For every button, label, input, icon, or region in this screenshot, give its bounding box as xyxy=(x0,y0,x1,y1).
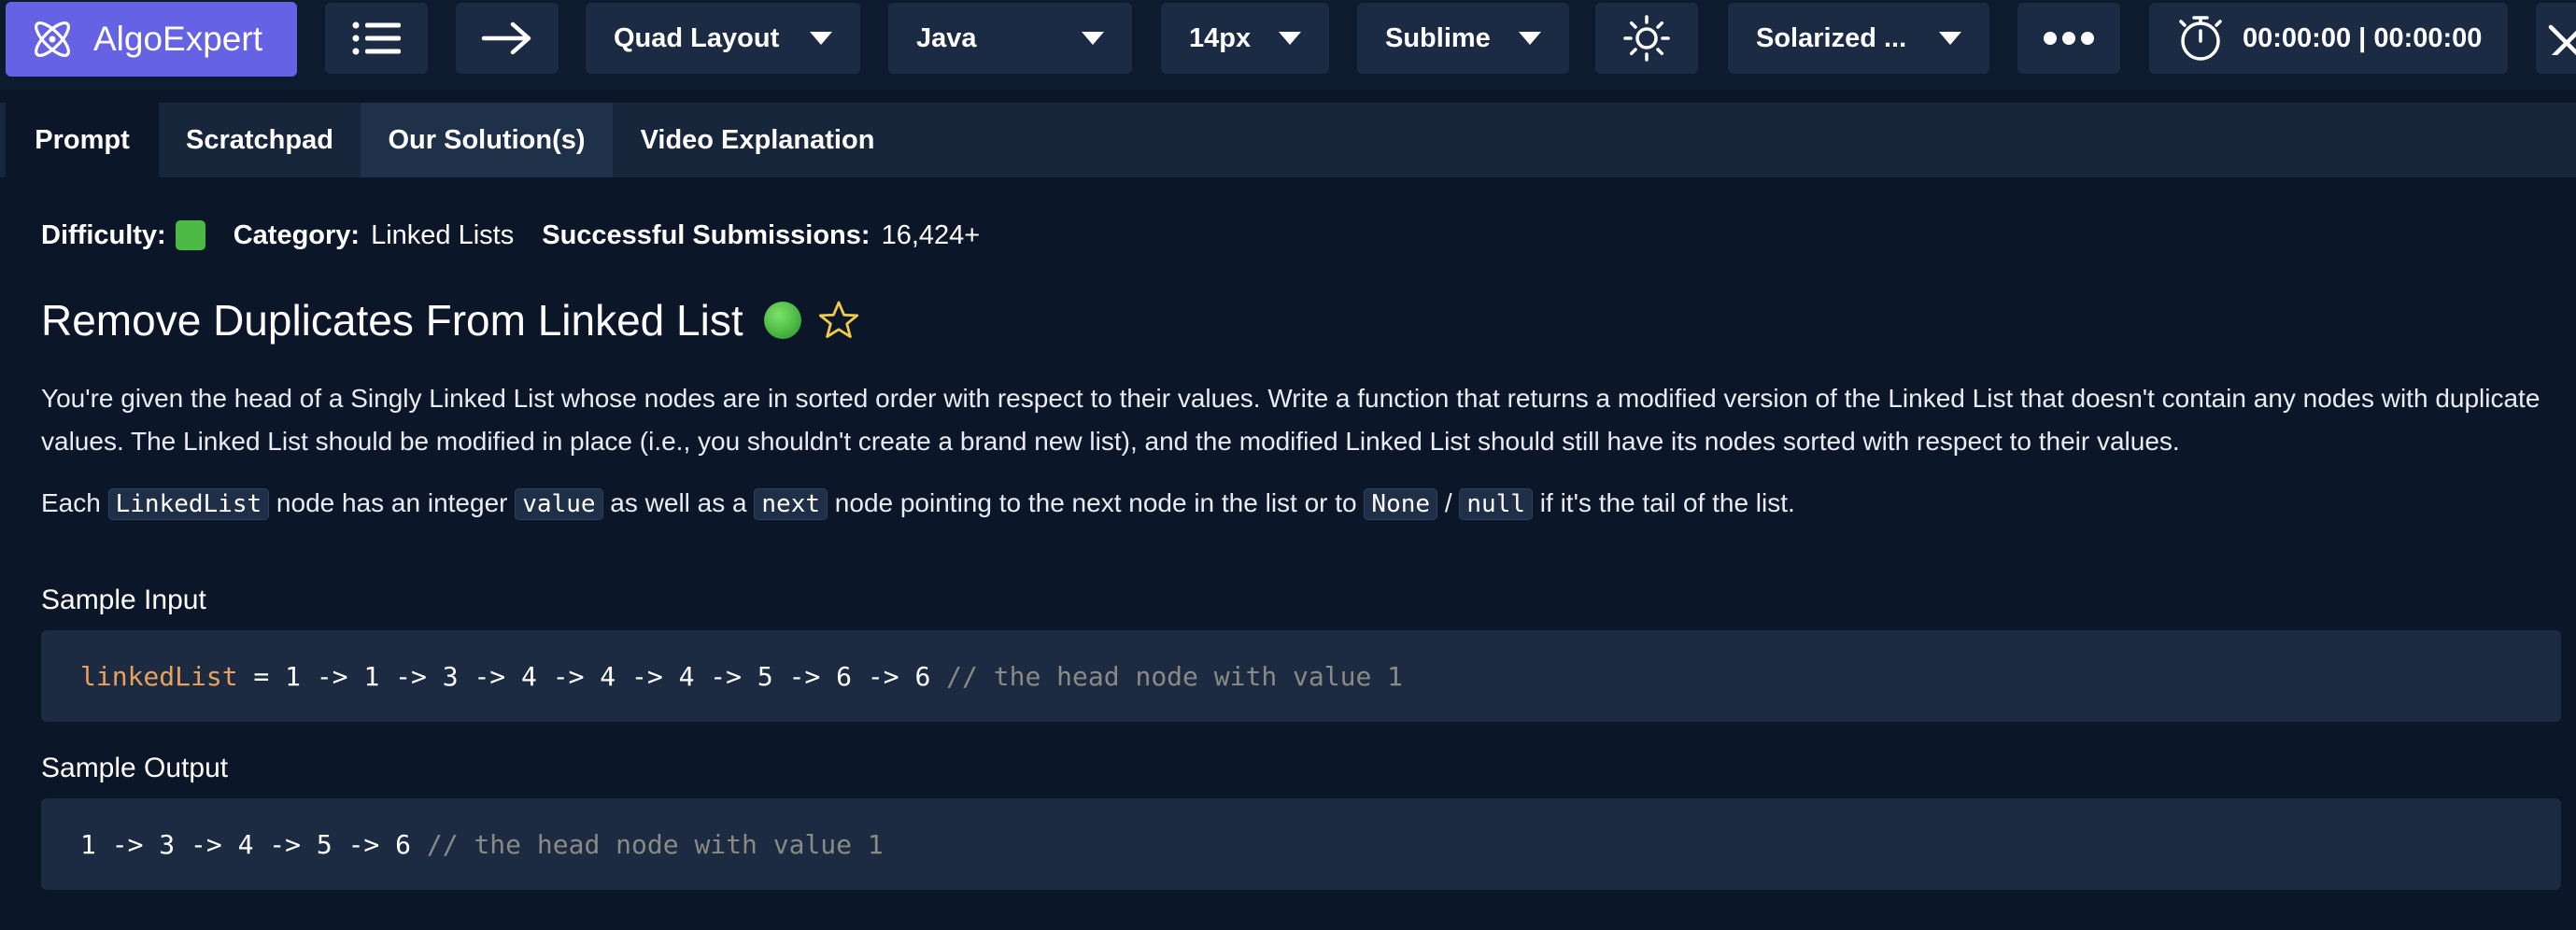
problem-title-row: Remove Duplicates From Linked List xyxy=(41,293,859,347)
inline-code: LinkedList xyxy=(107,488,270,520)
chevron-down-icon xyxy=(1279,32,1301,45)
arrow-right-icon xyxy=(481,20,533,57)
font-size-dropdown[interactable]: 14px xyxy=(1161,3,1329,74)
algoexpert-logo[interactable]: AlgoExpert xyxy=(6,2,297,77)
more-options-button[interactable] xyxy=(2017,3,2120,74)
description-text: as well as a xyxy=(602,488,755,517)
completion-status-icon xyxy=(763,302,801,339)
tab-prompt[interactable]: Prompt xyxy=(6,103,159,177)
problem-tabs: Prompt Scratchpad Our Solution(s) Video … xyxy=(0,103,2576,177)
problem-description-node: Each LinkedList node has an integer valu… xyxy=(41,482,2544,526)
page-title: Remove Duplicates From Linked List xyxy=(41,296,743,345)
logo-text: AlgoExpert xyxy=(93,20,262,58)
code-text: 1 -> 3 -> 4 -> 5 -> 6 xyxy=(80,828,427,860)
close-icon xyxy=(2545,21,2576,55)
language-dropdown[interactable]: Java xyxy=(888,3,1132,74)
problem-description: You're given the head of a Singly Linked… xyxy=(41,384,2541,456)
code-variable: linkedList xyxy=(80,660,238,692)
editor-theme-dropdown[interactable]: Solarized ... xyxy=(1728,3,1989,74)
timer-text: 00:00:00 | 00:00:00 xyxy=(2243,22,2483,53)
atom-logo-icon xyxy=(28,15,77,63)
difficulty-indicator xyxy=(175,220,205,250)
submissions-value: 16,424+ xyxy=(881,219,981,250)
star-icon[interactable] xyxy=(818,300,859,341)
submissions-label: Successful Submissions: xyxy=(542,219,870,250)
description-text: node pointing to the next node in the li… xyxy=(828,488,1365,517)
tab-scratchpad[interactable]: Scratchpad xyxy=(159,103,361,177)
more-icon xyxy=(2043,31,2095,46)
top-toolbar: AlgoExpert Quad Layout Java 14px Sublime… xyxy=(0,0,2576,90)
code-text: = 1 -> 1 -> 3 -> 4 -> 4 -> 4 -> 5 -> 6 -… xyxy=(237,660,947,692)
inline-code: value xyxy=(515,488,603,520)
category-label: Category: xyxy=(233,219,361,250)
chevron-down-icon xyxy=(1939,32,1961,45)
keybindings-dropdown-label: Sublime xyxy=(1385,22,1491,53)
theme-toggle-button[interactable] xyxy=(1595,3,1698,74)
problem-meta: Difficulty: Category: Linked Lists Succe… xyxy=(41,217,980,254)
chevron-down-icon xyxy=(1519,32,1541,45)
close-button[interactable] xyxy=(2536,3,2576,74)
tab-our-solutions[interactable]: Our Solution(s) xyxy=(361,103,613,177)
timer-display[interactable]: 00:00:00 | 00:00:00 xyxy=(2149,3,2508,74)
stopwatch-icon xyxy=(2177,14,2224,63)
editor-theme-dropdown-label: Solarized ... xyxy=(1756,22,1907,53)
list-button[interactable] xyxy=(325,3,428,74)
description-text: node has an integer xyxy=(269,488,516,517)
chevron-down-icon xyxy=(1082,32,1104,45)
category-value: Linked Lists xyxy=(371,219,515,250)
description-text: if it's the tail of the list. xyxy=(1533,488,1795,517)
tab-video-explanation[interactable]: Video Explanation xyxy=(613,103,902,177)
language-dropdown-label: Java xyxy=(916,22,977,53)
layout-dropdown[interactable]: Quad Layout xyxy=(586,3,860,74)
font-size-dropdown-label: 14px xyxy=(1189,22,1252,53)
chevron-down-icon xyxy=(810,32,832,45)
list-icon xyxy=(350,20,403,57)
layout-dropdown-label: Quad Layout xyxy=(614,22,780,53)
sample-output-code: 1 -> 3 -> 4 -> 5 -> 6 // the head node w… xyxy=(41,798,2561,890)
inline-code: next xyxy=(754,488,828,520)
sample-input-heading: Sample Input xyxy=(41,585,206,615)
sample-input-code: linkedList = 1 -> 1 -> 3 -> 4 -> 4 -> 4 … xyxy=(41,630,2561,722)
keybindings-dropdown[interactable]: Sublime xyxy=(1357,3,1569,74)
sample-output-heading: Sample Output xyxy=(41,753,229,783)
inline-code: None xyxy=(1364,488,1438,520)
difficulty-label: Difficulty: xyxy=(41,219,166,250)
inline-code: null xyxy=(1459,488,1534,520)
code-comment: // the head node with value 1 xyxy=(426,828,884,860)
description-text: Each xyxy=(41,488,108,517)
sun-icon xyxy=(1622,14,1671,63)
description-text: / xyxy=(1437,488,1460,517)
next-button[interactable] xyxy=(456,3,559,74)
code-comment: // the head node with value 1 xyxy=(946,660,1404,692)
